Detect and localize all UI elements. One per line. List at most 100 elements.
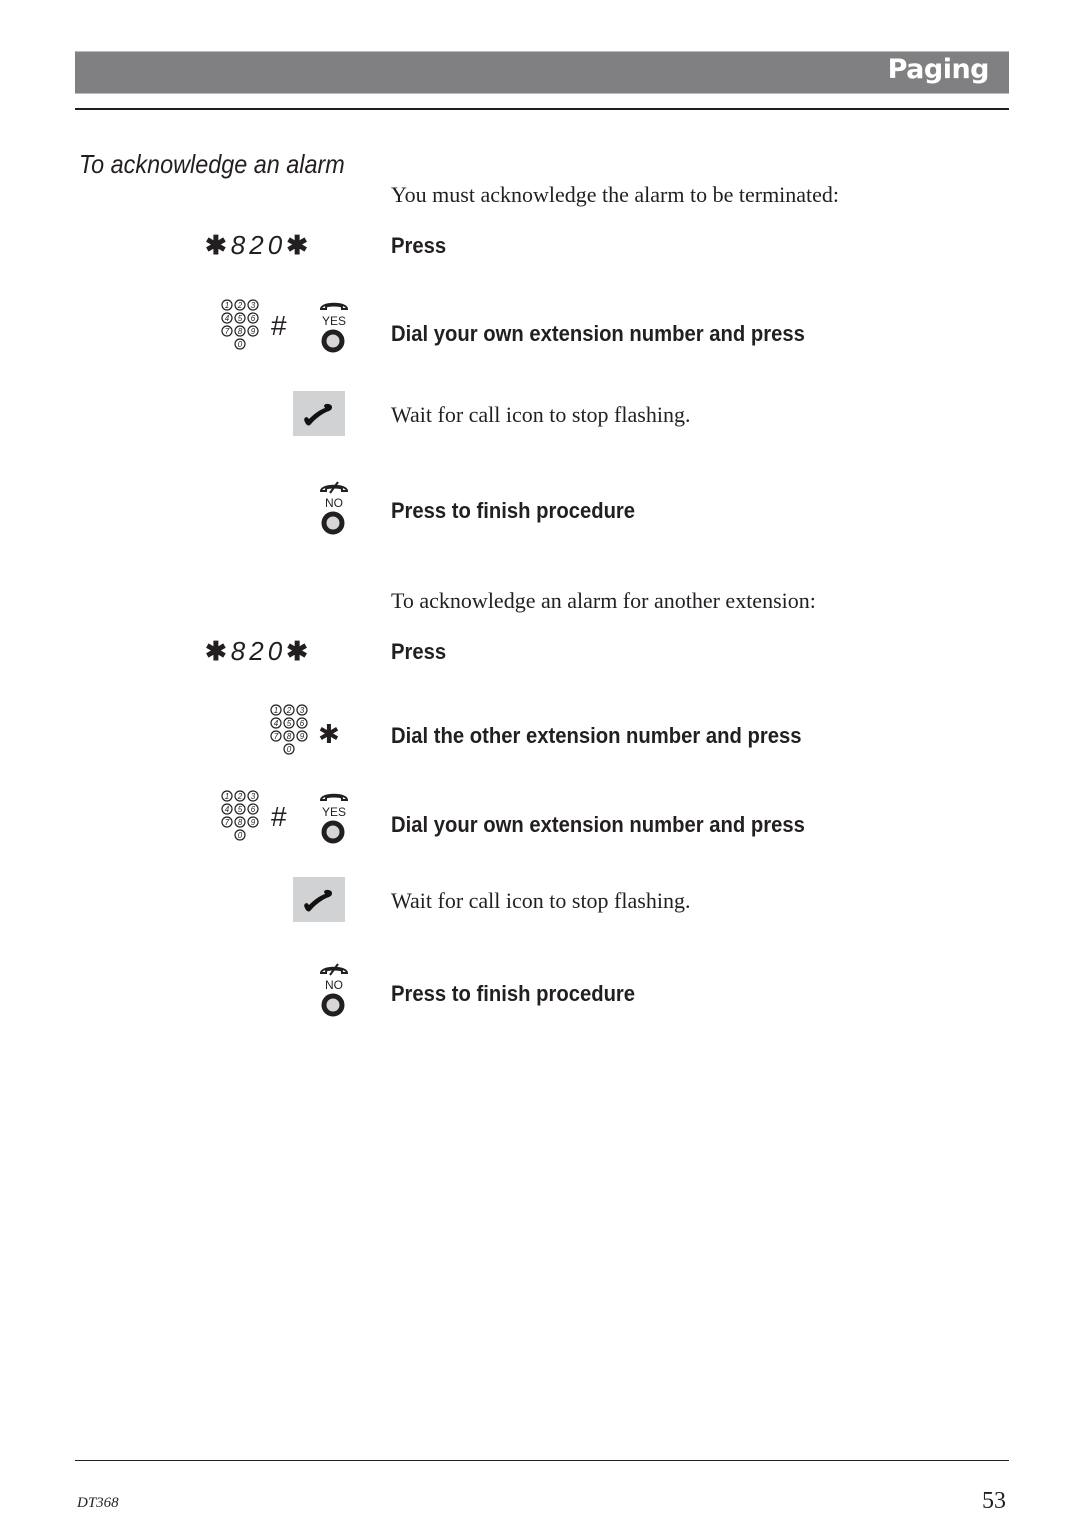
header-rule [75, 108, 1009, 110]
keypad-digit-key: 5 [234, 803, 246, 815]
star-key-icon: ✱ [318, 720, 340, 750]
keypad-digit-key: 5 [234, 312, 246, 324]
svg-text:0: 0 [287, 745, 292, 754]
star-key-icon: ✱ [205, 230, 231, 260]
svg-text:9: 9 [300, 732, 305, 741]
keypad-digit-key: 9 [296, 730, 308, 742]
svg-text:6: 6 [300, 719, 305, 728]
hash-key-icon: # [271, 310, 287, 341]
keypad-digit-key: 7 [221, 816, 233, 828]
star-key-icon: ✱ [286, 230, 312, 260]
part1-intro: You must acknowledge the alarm to be ter… [391, 182, 840, 207]
svg-text:9: 9 [251, 327, 256, 336]
svg-text:5: 5 [238, 314, 243, 323]
part2-intro: To acknowledge an alarm for another exte… [391, 588, 816, 613]
step-press: Press [391, 233, 447, 258]
svg-text:8: 8 [287, 732, 292, 741]
svg-text:1: 1 [225, 792, 229, 801]
keypad-digit-key: 6 [247, 312, 259, 324]
no-button-icon: NO [319, 481, 349, 535]
keypad-icon: 1 2 3 4 5 6 7 8 90 [221, 299, 259, 350]
svg-text:7: 7 [225, 327, 230, 336]
keypad-digit-key: 2 [234, 790, 246, 802]
keypad-digit-key: 3 [247, 299, 259, 311]
keypad-digit-key: 9 [247, 816, 259, 828]
no-label: NO [325, 496, 343, 510]
footer-rule [75, 1460, 1009, 1461]
step-dial-own: Dial your own extension number and press [391, 321, 805, 346]
section-title: To acknowledge an alarm [79, 149, 345, 179]
keypad-digit-key: 3 [247, 790, 259, 802]
svg-text:3: 3 [251, 301, 256, 310]
page-number: 53 [982, 1488, 1006, 1514]
svg-text:8: 8 [238, 327, 243, 336]
keypad-digit-key: 6 [247, 803, 259, 815]
svg-text:5: 5 [238, 805, 243, 814]
keypad-digit-key: 7 [270, 730, 282, 742]
keypad-digit-key: 0 [283, 743, 295, 755]
no-label: NO [325, 978, 343, 992]
keypad-digit-key: 6 [296, 717, 308, 729]
step-dial-other: Dial the other extension number and pres… [391, 723, 802, 748]
keypad-digit-key: 8 [283, 730, 295, 742]
no-button-icon: NO [319, 963, 349, 1017]
key-code-digits: 820 [230, 636, 287, 666]
svg-text:0: 0 [238, 340, 243, 349]
footer-model: DT368 [77, 1495, 119, 1511]
hash-key-icon: # [271, 801, 287, 832]
keypad-digit-key: 4 [221, 803, 233, 815]
key-code-820: ✱820✱ [205, 636, 312, 667]
key-code-820: ✱820✱ [205, 230, 312, 261]
svg-text:6: 6 [251, 805, 256, 814]
chapter-title: Paging [887, 54, 990, 85]
svg-text:9: 9 [251, 818, 256, 827]
yes-button-icon: YES [319, 793, 349, 844]
chapter-header-bar: Paging [75, 51, 1009, 94]
svg-text:4: 4 [225, 314, 230, 323]
svg-text:8: 8 [238, 818, 243, 827]
keypad-digit-key: 1 [221, 790, 233, 802]
svg-text:2: 2 [286, 706, 292, 715]
svg-text:4: 4 [225, 805, 230, 814]
keypad-digit-key: 5 [283, 717, 295, 729]
keypad-digit-key: 3 [296, 704, 308, 716]
keypad-digit-key: 9 [247, 325, 259, 337]
star-key-icon: ✱ [286, 636, 312, 666]
svg-text:6: 6 [251, 314, 256, 323]
svg-text:2: 2 [237, 301, 243, 310]
svg-text:4: 4 [274, 719, 279, 728]
svg-text:2: 2 [237, 792, 243, 801]
keypad-digit-key: 2 [234, 299, 246, 311]
svg-text:3: 3 [251, 792, 256, 801]
step-wait: Wait for call icon to stop flashing. [391, 402, 691, 427]
keypad-digit-key: 8 [234, 816, 246, 828]
keypad-icon: 1 2 3 4 5 6 7 8 90 [221, 790, 259, 841]
yes-button-icon: YES [319, 302, 349, 353]
step-dial-own: Dial your own extension number and press [391, 812, 805, 837]
svg-text:0: 0 [238, 831, 243, 840]
keypad-digit-key: 8 [234, 325, 246, 337]
keypad-icon: 1 2 3 4 5 6 7 8 90 [270, 704, 308, 755]
call-indicator-icon [293, 391, 345, 436]
svg-text:5: 5 [287, 719, 292, 728]
step-press: Press [391, 639, 447, 664]
svg-text:7: 7 [274, 732, 279, 741]
key-code-digits: 820 [230, 230, 287, 260]
yes-label: YES [322, 314, 346, 328]
svg-text:3: 3 [300, 706, 305, 715]
svg-text:7: 7 [225, 818, 230, 827]
yes-label: YES [322, 805, 346, 819]
keypad-digit-key: 7 [221, 325, 233, 337]
keypad-digit-key: 0 [234, 829, 246, 841]
keypad-digit-key: 0 [234, 338, 246, 350]
call-indicator-icon [293, 877, 345, 922]
star-key-icon: ✱ [205, 636, 231, 666]
keypad-digit-key: 4 [270, 717, 282, 729]
keypad-digit-key: 1 [221, 299, 233, 311]
step-finish: Press to finish procedure [391, 981, 636, 1006]
step-wait: Wait for call icon to stop flashing. [391, 888, 691, 913]
keypad-digit-key: 2 [283, 704, 295, 716]
svg-text:1: 1 [274, 706, 278, 715]
step-finish: Press to finish procedure [391, 498, 636, 523]
svg-text:1: 1 [225, 301, 229, 310]
